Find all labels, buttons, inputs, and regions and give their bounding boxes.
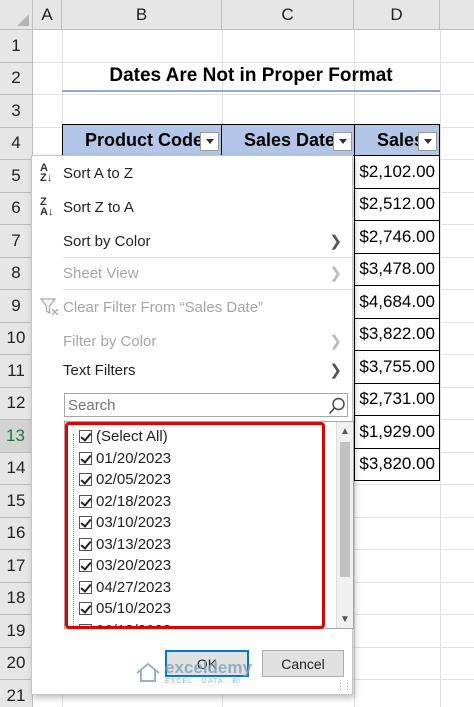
row-header-19[interactable]: 19 [0,615,33,648]
header-product-code-label: Product Code [85,129,204,150]
chevron-right-icon: ❯ [329,233,342,250]
chevron-right-icon: ❯ [329,362,342,379]
sort-by-color-label: Sort by Color [63,232,151,250]
sheet-title: Dates Are Not in Proper Format [62,62,440,92]
column-header-d[interactable]: D [354,0,440,30]
sort-z-to-a-label: Sort Z to A [63,198,134,216]
column-header-e[interactable] [440,0,474,30]
scrollbar-thumb[interactable] [340,442,350,577]
row-header-3[interactable]: 3 [0,95,33,128]
watermark-name: exceldemy [165,658,252,677]
watermark-subtitle: EXCEL · DATA · BI [165,678,241,685]
row-header-20[interactable]: 20 [0,647,33,680]
sort-by-color-item[interactable]: Sort by Color ❯ [32,226,352,256]
sort-z-to-a-item[interactable]: Z A↓ Sort Z to A [32,192,352,222]
sort-ascending-icon: A Z↓ [40,162,53,184]
row-header-2[interactable]: 2 [0,62,33,95]
watermark-logo-icon [136,662,160,682]
gridline [33,94,474,95]
autofilter-dropdown[interactable]: A Z↓ Sort A to Z Z A↓ Sort Z to A Sort by … [31,155,354,695]
resize-grip-icon[interactable]: ⋮⋮ [336,681,352,692]
column-header-c[interactable]: C [222,0,354,30]
sort-a-to-z-label: Sort A to Z [63,164,134,182]
sort-descending-icon: Z A↓ [40,196,54,218]
sales-cell[interactable]: $3,755.00 [354,351,440,384]
cancel-button[interactable]: Cancel [262,650,344,677]
sort-a-to-z-item[interactable]: A Z↓ Sort A to Z [32,158,352,188]
search-icon [328,397,345,415]
row-header-16[interactable]: 16 [0,517,33,550]
row-header-6[interactable]: 6 [0,192,33,225]
header-sales: Sales [354,124,440,156]
list-scrollbar[interactable]: ▲ ▼ [336,422,353,628]
sales-cell[interactable]: $3,822.00 [354,318,440,351]
sales-cell[interactable]: $2,731.00 [354,383,440,416]
sales-cell[interactable]: $4,684.00 [354,286,440,319]
row-header-5[interactable]: 5 [0,160,33,193]
corner-triangle [17,14,29,26]
sales-cell[interactable]: $1,929.00 [354,416,440,449]
sales-cell[interactable]: $2,512.00 [354,188,440,221]
sales-cell[interactable]: $3,478.00 [354,253,440,286]
row-header-21[interactable]: 21 [0,680,33,707]
header-sales-date: Sales Date [221,124,355,156]
row-header-10[interactable]: 10 [0,322,33,355]
row-header-15[interactable]: 15 [0,485,33,518]
row-header-4[interactable]: 4 [0,127,33,160]
filter-by-color-item: Filter by Color ❯ [32,326,352,356]
sales-cell[interactable]: $2,746.00 [354,221,440,254]
column-header-a[interactable]: A [33,0,62,30]
column-header-b[interactable]: B [62,0,222,30]
header-sales-date-label: Sales Date [244,129,336,150]
chevron-right-icon: ❯ [329,265,342,282]
row-header-11[interactable]: 11 [0,355,33,388]
filter-by-color-label: Filter by Color [63,332,157,350]
sheet-view-item: Sheet View ❯ [32,258,352,288]
row-header-1[interactable]: 1 [0,30,33,63]
row-header-14[interactable]: 14 [0,452,33,485]
row-header-8[interactable]: 8 [0,257,33,290]
scroll-down-icon[interactable]: ▼ [337,610,353,628]
sales-cell[interactable]: $3,820.00 [354,448,440,481]
clear-filter-icon [40,298,59,316]
sales-cell[interactable]: $2,102.00 [354,156,440,189]
row-header-12[interactable]: 12 [0,387,33,420]
filter-dropdown-button-sales[interactable] [418,132,437,151]
row-header-17[interactable]: 17 [0,550,33,583]
row-header-7[interactable]: 7 [0,225,33,258]
text-filters-label: Text Filters [63,361,136,379]
text-filters-item[interactable]: Text Filters ❯ [32,355,352,385]
chevron-right-icon: ❯ [329,333,342,350]
row-header-9[interactable]: 9 [0,290,33,323]
highlight-box [65,422,325,629]
watermark: exceldemy EXCEL · DATA · BI [135,658,252,685]
menu-divider [63,289,351,290]
row-header-13[interactable]: 13 [0,420,33,453]
filter-dropdown-button-product-code[interactable] [200,132,219,151]
row-header-18[interactable]: 18 [0,582,33,615]
filter-dropdown-button-sales-date[interactable] [333,132,352,151]
clear-filter-label: Clear Filter From “Sales Date” [63,298,264,316]
scroll-up-icon[interactable]: ▲ [337,422,353,440]
header-sales-label: Sales [377,129,425,150]
sheet-view-label: Sheet View [63,264,139,282]
search-input[interactable] [64,393,348,417]
header-product-code: Product Code [62,124,222,156]
select-all-corner[interactable] [0,0,33,30]
gridline [440,30,441,707]
clear-filter-item: Clear Filter From “Sales Date” [32,292,352,322]
